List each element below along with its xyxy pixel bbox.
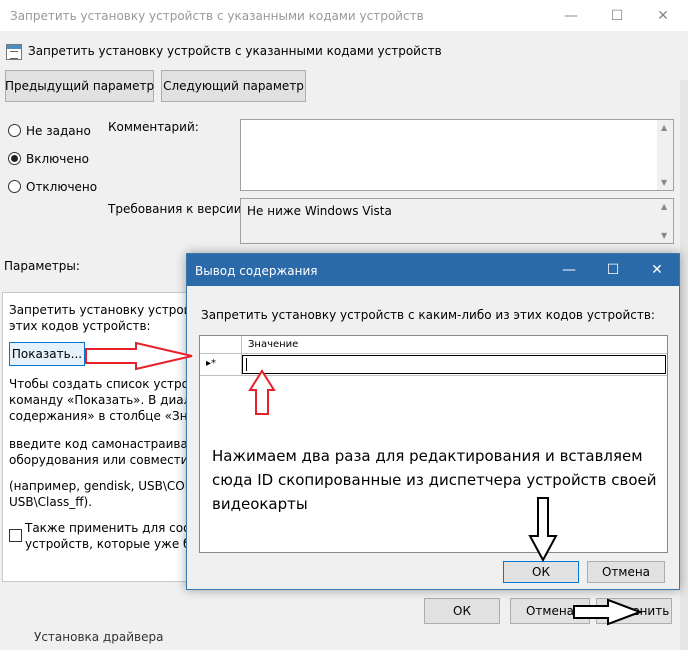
red-arrow-up: [248, 369, 276, 415]
black-arrow-down: [528, 497, 558, 563]
annotation-arrows: [85, 341, 643, 626]
black-arrow-right: [573, 598, 643, 626]
red-arrow-right: [85, 341, 193, 371]
